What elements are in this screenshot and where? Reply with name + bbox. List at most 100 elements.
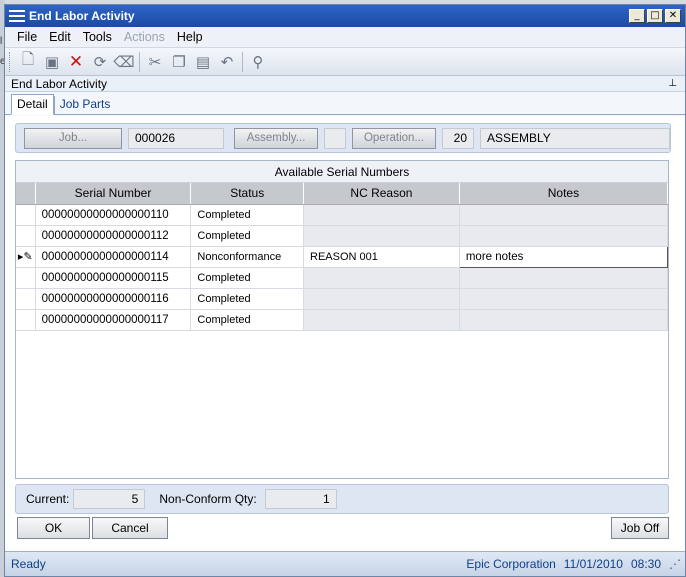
row-selector[interactable]: [16, 267, 36, 289]
serial-table: Serial Number Status NC Reason Notes 000…: [16, 183, 669, 331]
status-date: 11/01/2010: [563, 557, 623, 571]
menu-bar: File Edit Tools Actions Help: [5, 27, 685, 48]
clear-icon[interactable]: ⌫: [112, 50, 136, 74]
menu-edit[interactable]: Edit: [43, 30, 77, 44]
table-row[interactable]: 00000000000000000115 Completed: [16, 267, 669, 289]
status-cell[interactable]: Completed: [190, 267, 305, 289]
toolbar-separator: [139, 51, 140, 72]
nc-reason-cell[interactable]: REASON 001: [303, 246, 460, 268]
notes-cell-editing[interactable]: more notes: [458, 245, 669, 268]
cut-icon[interactable]: ✂: [143, 50, 167, 74]
cancel-button[interactable]: Cancel: [92, 517, 168, 539]
serial-grid: Available Serial Numbers Serial Number S…: [15, 160, 669, 479]
refresh-icon[interactable]: ⟳: [88, 50, 112, 74]
row-selector[interactable]: [16, 288, 36, 310]
row-selector[interactable]: [16, 225, 36, 247]
row-selector[interactable]: [16, 309, 36, 331]
table-row[interactable]: 00000000000000000112 Completed: [16, 225, 669, 247]
quantity-bar: Current: 5 Non-Conform Qty: 1: [15, 484, 669, 514]
toolbar-grip[interactable]: [9, 51, 12, 72]
nc-reason-cell[interactable]: [303, 204, 460, 226]
notes-cell[interactable]: [459, 204, 669, 226]
undo-icon[interactable]: ↶: [215, 50, 239, 74]
nc-qty-label: Non-Conform Qty:: [159, 492, 257, 506]
notes-cell[interactable]: [459, 267, 669, 289]
operation-button[interactable]: Operation...: [352, 127, 436, 149]
job-button[interactable]: Job...: [24, 127, 122, 149]
notes-cell[interactable]: [459, 225, 669, 247]
end-labor-activity-window: End Labor Activity _ □ ✕ File Edit Tools…: [4, 4, 686, 577]
find-icon[interactable]: ⚲: [246, 50, 270, 74]
status-cell[interactable]: Completed: [190, 309, 305, 331]
delete-icon[interactable]: ✕: [64, 50, 88, 74]
assembly-field[interactable]: [324, 127, 346, 149]
row-selector[interactable]: [16, 204, 36, 226]
nc-reason-cell[interactable]: [303, 225, 460, 247]
ok-button[interactable]: OK: [17, 517, 90, 539]
job-off-button[interactable]: Job Off: [611, 517, 669, 539]
status-cell[interactable]: Completed: [190, 225, 305, 247]
pin-icon[interactable]: ⊥: [668, 78, 677, 89]
toolbar: 🗋 ▣ ✕ ⟳ ⌫ ✂ ❐ ▤ ↶ ⚲: [5, 48, 685, 76]
paste-icon[interactable]: ▤: [191, 50, 215, 74]
menu-help[interactable]: Help: [171, 30, 209, 44]
row-selector-header: [16, 183, 36, 205]
edit-pencil-icon[interactable]: ▸✎: [16, 246, 36, 268]
operation-seq-field[interactable]: 20: [442, 127, 474, 149]
tab-strip: Detail Job Parts: [5, 92, 685, 115]
notes-cell[interactable]: [459, 288, 669, 310]
tab-detail[interactable]: Detail: [11, 94, 54, 115]
table-row[interactable]: 00000000000000000110 Completed: [16, 204, 669, 226]
toolbar-separator: [242, 51, 243, 72]
serial-cell[interactable]: 00000000000000000117: [35, 309, 192, 331]
job-field[interactable]: 000026: [128, 127, 224, 149]
copy-icon[interactable]: ❐: [167, 50, 191, 74]
status-time: 08:30: [630, 557, 661, 571]
assembly-button[interactable]: Assembly...: [234, 127, 318, 149]
detail-panel: Job... 000026 Assembly... Operation... 2…: [5, 116, 685, 557]
current-label: Current:: [26, 492, 70, 506]
serial-cell[interactable]: 00000000000000000114: [35, 246, 192, 268]
table-row[interactable]: ▸✎ 00000000000000000114 Nonconformance R…: [16, 245, 669, 268]
resize-grip-icon[interactable]: ⋰: [669, 557, 681, 571]
status-cell[interactable]: Nonconformance: [190, 246, 305, 268]
menu-file[interactable]: File: [11, 30, 43, 44]
title-bar: End Labor Activity _ □ ✕: [5, 5, 685, 27]
status-cell[interactable]: Completed: [190, 204, 305, 226]
save-icon[interactable]: ▣: [40, 50, 64, 74]
column-header-status[interactable]: Status: [190, 183, 305, 205]
nc-qty-field[interactable]: 1: [264, 489, 337, 509]
serial-cell[interactable]: 00000000000000000115: [35, 267, 192, 289]
serial-cell[interactable]: 00000000000000000110: [35, 204, 192, 226]
job-selection-row: Job... 000026 Assembly... Operation... 2…: [15, 123, 671, 153]
serial-cell[interactable]: 00000000000000000116: [35, 288, 192, 310]
grid-header-row: Serial Number Status NC Reason Notes: [16, 183, 669, 205]
panel-title: End Labor Activity: [11, 76, 108, 91]
column-header-nc-reason[interactable]: NC Reason: [303, 183, 460, 205]
operation-desc-field: ASSEMBLY: [480, 127, 670, 149]
action-buttons: OK Cancel Job Off: [15, 517, 671, 541]
status-bar: Ready Epic Corporation 11/01/2010 08:30 …: [5, 551, 685, 576]
grid-caption: Available Serial Numbers: [16, 161, 668, 183]
maximize-icon[interactable]: □: [647, 9, 663, 23]
current-field[interactable]: 5: [73, 489, 146, 509]
nc-reason-cell[interactable]: [303, 267, 460, 289]
notes-cell[interactable]: [459, 309, 669, 331]
column-header-serial[interactable]: Serial Number: [35, 183, 192, 205]
menu-tools[interactable]: Tools: [77, 30, 118, 44]
new-icon[interactable]: 🗋: [16, 50, 40, 74]
status-text: Ready: [11, 557, 46, 571]
menu-actions[interactable]: Actions: [118, 30, 171, 44]
app-icon: [9, 9, 25, 23]
column-header-notes[interactable]: Notes: [459, 183, 669, 205]
table-row[interactable]: 00000000000000000116 Completed: [16, 288, 669, 310]
table-row[interactable]: 00000000000000000117 Completed: [16, 309, 669, 331]
panel-header: End Labor Activity ⊥: [5, 76, 685, 92]
close-icon[interactable]: ✕: [665, 9, 681, 23]
minimize-icon[interactable]: _: [629, 9, 645, 23]
nc-reason-cell[interactable]: [303, 288, 460, 310]
status-cell[interactable]: Completed: [190, 288, 305, 310]
serial-cell[interactable]: 00000000000000000112: [35, 225, 192, 247]
tab-job-parts[interactable]: Job Parts: [55, 95, 116, 114]
nc-reason-cell[interactable]: [303, 309, 460, 331]
